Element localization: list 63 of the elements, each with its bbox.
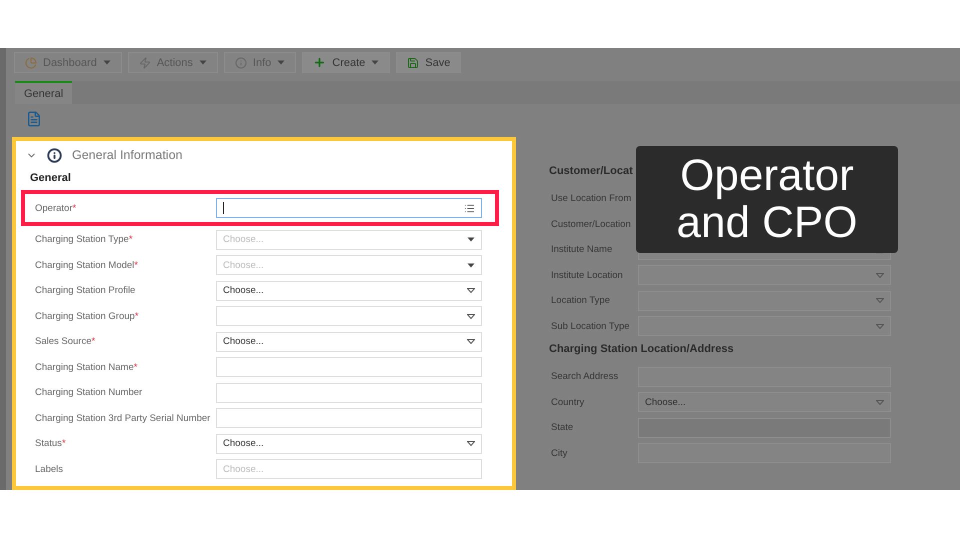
tab[interactable]: General xyxy=(15,81,72,104)
save-icon xyxy=(407,56,420,68)
info-icon xyxy=(47,148,62,162)
field-label: Labels xyxy=(35,464,64,475)
caret-icon xyxy=(876,298,884,304)
document-icon[interactable] xyxy=(26,110,42,129)
dropdown-field[interactable] xyxy=(638,316,891,336)
field-label: Charging Station Name* xyxy=(35,362,138,373)
text-cursor xyxy=(223,202,224,214)
field-label: Institute Name xyxy=(551,244,614,256)
caption-overlay: Operator and CPO xyxy=(636,146,898,253)
caret-icon xyxy=(467,288,475,294)
dropdown-field[interactable] xyxy=(638,265,891,286)
dropdown-field[interactable]: Choose... xyxy=(216,434,482,454)
caret-icon xyxy=(102,60,111,65)
caret-icon xyxy=(277,60,286,65)
field-label: Charging Station Group* xyxy=(35,310,140,322)
caret-icon xyxy=(876,400,884,405)
field-label: Charging Station Number xyxy=(35,387,144,398)
panel-title: General Information xyxy=(72,148,182,162)
toolbar-button[interactable]: Save xyxy=(396,52,462,73)
section-heading: General xyxy=(30,172,72,184)
input-field[interactable]: Choose... xyxy=(216,459,482,480)
caret-icon xyxy=(198,60,207,65)
section-heading: Customer/Locat xyxy=(549,165,634,177)
caret-icon xyxy=(371,60,380,65)
section-heading: Charging Station Location/Address xyxy=(549,343,735,355)
plus-icon xyxy=(313,56,326,69)
list-icon[interactable] xyxy=(464,202,475,214)
lightning-icon xyxy=(138,56,151,68)
dropdown-field[interactable]: Choose... xyxy=(216,332,482,352)
field-label: Charging Station Type* xyxy=(35,234,134,246)
field-label: Country xyxy=(551,396,586,408)
caret-icon xyxy=(467,314,475,319)
field-label: Search Address xyxy=(551,371,620,382)
info-icon xyxy=(234,56,247,68)
caret-icon xyxy=(876,324,884,329)
caret-icon xyxy=(467,441,475,446)
field-label: Sales Source* xyxy=(35,336,96,348)
caret-icon xyxy=(876,272,884,278)
caret-icon xyxy=(467,237,475,242)
lookup-field[interactable] xyxy=(216,198,482,218)
dropdown-field[interactable]: Choose... xyxy=(638,392,891,412)
dropdown-field[interactable] xyxy=(638,290,891,311)
pie-chart-icon xyxy=(25,56,37,68)
dropdown-field[interactable]: Choose... xyxy=(216,255,482,276)
field-label: Operator* xyxy=(35,202,78,214)
field-label: Charging Station Profile xyxy=(35,285,136,296)
caret-icon xyxy=(467,339,475,344)
field-label: Institute Location xyxy=(551,270,624,281)
caret-icon xyxy=(467,262,475,268)
field-label: Sub Location Type xyxy=(551,320,631,332)
field-label: Charging Station 3rd Party Serial Number xyxy=(35,412,212,424)
toolbar-button[interactable]: Create xyxy=(302,52,390,73)
field-label: City xyxy=(551,448,568,459)
field-label: Location Type xyxy=(551,295,611,306)
field-label: Charging Station Model* xyxy=(35,260,139,271)
dropdown-field[interactable]: Choose... xyxy=(216,230,482,250)
dropdown-field[interactable]: Choose... xyxy=(216,280,482,301)
field-label: Status* xyxy=(35,438,67,450)
field-label: Use Location From xyxy=(551,193,632,204)
field-label: Customer/Location xyxy=(551,218,632,230)
field-label: State xyxy=(551,422,574,434)
